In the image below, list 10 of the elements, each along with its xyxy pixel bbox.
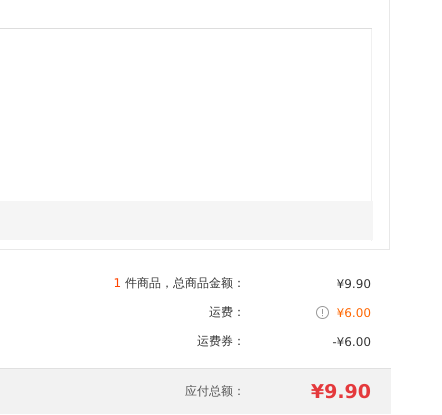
summary-label: 运费券： [197, 334, 245, 348]
total-amount: ¥9.90 [310, 380, 371, 402]
summary-value: ¥9.90 [336, 276, 371, 290]
item-count: 1 [114, 276, 122, 290]
total-label: 应付总额： [185, 384, 245, 398]
summary-label: 运费： [209, 305, 245, 319]
summary-value: -¥6.00 [332, 334, 371, 348]
summary-value: ¥6.00 [336, 306, 371, 320]
summary-label: 件商品，总商品金额： [125, 276, 245, 290]
info-icon[interactable] [316, 306, 329, 319]
